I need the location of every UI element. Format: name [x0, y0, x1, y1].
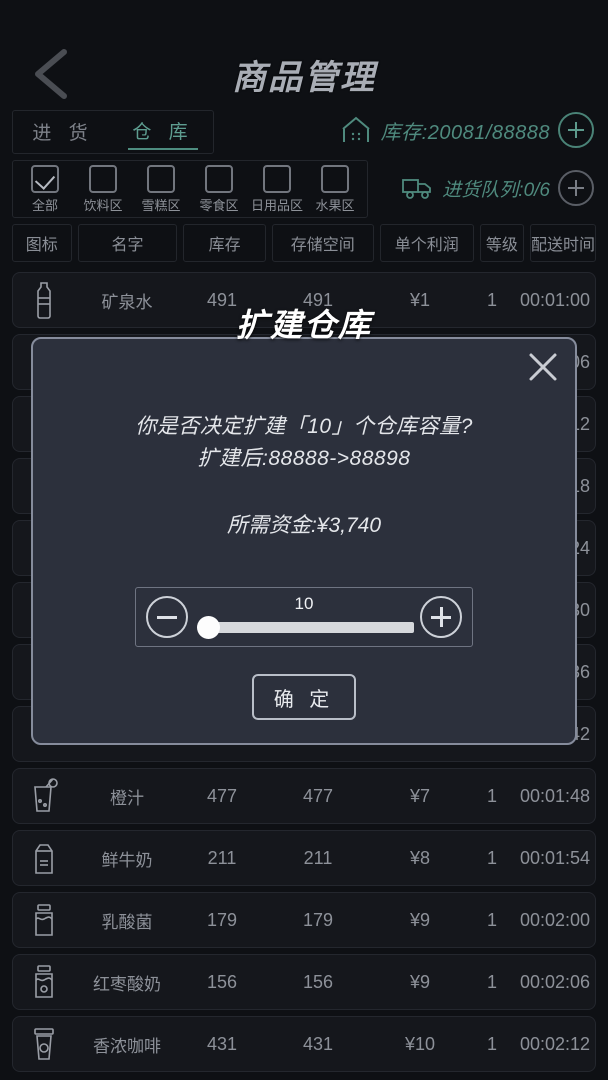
slider-track[interactable] — [200, 622, 414, 633]
checkbox-icon — [147, 164, 175, 193]
page-title: 商品管理 — [232, 59, 376, 97]
column-header-space[interactable]: 存储空间 — [271, 224, 374, 262]
filter-label: 雪糕区 — [141, 197, 181, 213]
checkbox-icon — [263, 164, 291, 193]
product-time: 00:02:06 — [519, 971, 591, 992]
slider-handle[interactable] — [197, 616, 221, 639]
decrement-button[interactable] — [146, 596, 188, 638]
checkbox-icon — [89, 164, 117, 193]
checkbox-icon — [321, 164, 349, 193]
filter-drinks[interactable]: 饮料区 — [77, 164, 129, 214]
dialog-question: 你是否决定扩建「10」个仓库容量? — [135, 415, 473, 438]
filter-daily[interactable]: 日用品区 — [251, 164, 304, 214]
table-row[interactable]: 香浓咖啡 431 431 ¥10 1 00:02:12 — [12, 1016, 596, 1072]
product-level: 1 — [486, 909, 497, 930]
product-profit: ¥7 — [409, 785, 431, 806]
expand-warehouse-dialog: 你是否决定扩建「10」个仓库容量? 扩建后:88888->88898 所需资金:… — [31, 337, 577, 745]
table-row[interactable]: 鲜牛奶 211 211 ¥8 1 00:01:54 — [12, 830, 596, 886]
product-level: 1 — [486, 971, 497, 992]
quantity-slider[interactable]: 10 — [194, 594, 414, 639]
jam-jar-icon — [13, 963, 75, 1001]
truck-icon — [402, 179, 432, 199]
milk-carton-icon — [13, 839, 75, 877]
product-name: 鲜牛奶 — [101, 850, 153, 870]
column-header-name[interactable]: 名字 — [77, 224, 178, 262]
quantity-stepper: 10 — [135, 587, 473, 647]
filter-label: 饮料区 — [83, 197, 123, 213]
column-header-time[interactable]: 配送时间 — [529, 224, 596, 262]
stock-status: 库存:20081/88888 — [339, 112, 594, 148]
product-space: 477 — [302, 785, 334, 806]
column-header-stock[interactable]: 库存 — [183, 224, 266, 262]
product-stock: 431 — [206, 1033, 238, 1054]
product-level: 1 — [486, 847, 497, 868]
confirm-button[interactable]: 确 定 — [252, 674, 356, 720]
product-name: 乳酸菌 — [101, 912, 153, 932]
column-header-profit[interactable]: 单个利润 — [379, 224, 474, 262]
dialog-body: 你是否决定扩建「10」个仓库容量? 扩建后:88888->88898 所需资金:… — [33, 411, 575, 539]
table-row[interactable]: 红枣酸奶 156 156 ¥9 1 00:02:06 — [12, 954, 596, 1010]
filter-snacks[interactable]: 零食区 — [193, 164, 245, 214]
filter-icecream[interactable]: 雪糕区 — [135, 164, 187, 214]
coffee-cup-icon — [13, 1025, 75, 1063]
queue-text: 进货队列:0/6 — [442, 179, 550, 201]
header: 商品管理 — [0, 0, 608, 105]
warehouse-icon — [342, 116, 370, 142]
product-space: 179 — [302, 909, 334, 930]
filter-label: 日用品区 — [251, 197, 304, 213]
product-stock: 211 — [207, 847, 237, 868]
tab-restock[interactable]: 进 货 — [28, 116, 97, 149]
product-level: 1 — [486, 1033, 497, 1054]
table-row[interactable]: 乳酸菌 179 179 ¥9 1 00:02:00 — [12, 892, 596, 948]
tab-group: 进 货 仓 库 — [12, 110, 214, 154]
tab-bar: 进 货 仓 库 库存:20081/88888 — [0, 108, 608, 156]
close-button[interactable] — [523, 347, 563, 387]
increment-button[interactable] — [420, 596, 462, 638]
dialog-after-value: 扩建后:88888->88898 — [197, 447, 411, 470]
tab-warehouse[interactable]: 仓 库 — [128, 115, 198, 150]
checkbox-icon — [205, 164, 233, 193]
filter-fruit[interactable]: 水果区 — [309, 164, 361, 214]
filter-label: 零食区 — [199, 197, 239, 213]
product-level: 1 — [486, 785, 497, 806]
stock-text: 库存:20081/88888 — [380, 121, 550, 144]
product-name: 红枣酸奶 — [93, 974, 161, 994]
product-time: 00:02:00 — [519, 909, 591, 930]
filter-bar: 全部 饮料区 雪糕区 零食区 日用品区 水果区 进货队列:0/6 — [0, 160, 608, 218]
product-profit: ¥9 — [409, 971, 431, 992]
juice-glass-icon — [13, 777, 75, 815]
product-time: 00:01:54 — [519, 847, 591, 868]
product-space: 211 — [303, 847, 333, 868]
column-header-level[interactable]: 等级 — [479, 224, 524, 262]
yogurt-jar-icon — [13, 901, 75, 939]
filter-all[interactable]: 全部 — [19, 164, 71, 214]
product-stock: 477 — [206, 785, 238, 806]
product-name: 橙汁 — [110, 788, 144, 808]
column-headers: 图标 名字 库存 存储空间 单个利润 等级 配送时间 — [12, 224, 596, 262]
product-profit: ¥10 — [404, 1033, 436, 1054]
column-header-icon[interactable]: 图标 — [12, 224, 72, 262]
product-time: 00:01:48 — [519, 785, 591, 806]
dialog-cost: 所需资金:¥3,740 — [226, 514, 382, 537]
restock-queue-status: 进货队列:0/6 — [400, 170, 594, 206]
product-space: 156 — [302, 971, 334, 992]
category-filters: 全部 饮料区 雪糕区 零食区 日用品区 水果区 — [12, 160, 368, 218]
close-icon — [529, 353, 557, 381]
table-row[interactable]: 橙汁 477 477 ¥7 1 00:01:48 — [12, 768, 596, 824]
expand-warehouse-button[interactable] — [558, 112, 594, 148]
add-restock-queue-button[interactable] — [558, 170, 594, 206]
product-time: 00:02:12 — [519, 1033, 591, 1054]
product-name: 香浓咖啡 — [93, 1036, 161, 1056]
product-space: 431 — [302, 1033, 334, 1054]
product-profit: ¥9 — [409, 909, 431, 930]
modal-title: 扩建仓库 — [235, 307, 372, 343]
product-stock: 179 — [206, 909, 238, 930]
checkbox-icon — [31, 164, 59, 193]
filter-label: 水果区 — [315, 197, 355, 213]
slider-value: 10 — [294, 594, 314, 613]
product-stock: 156 — [206, 971, 238, 992]
app-root: 商品管理 进 货 仓 库 库存:20081/88888 全部 饮料区 雪糕区 零… — [0, 0, 608, 1080]
filter-label: 全部 — [31, 197, 58, 213]
product-profit: ¥8 — [409, 847, 431, 868]
